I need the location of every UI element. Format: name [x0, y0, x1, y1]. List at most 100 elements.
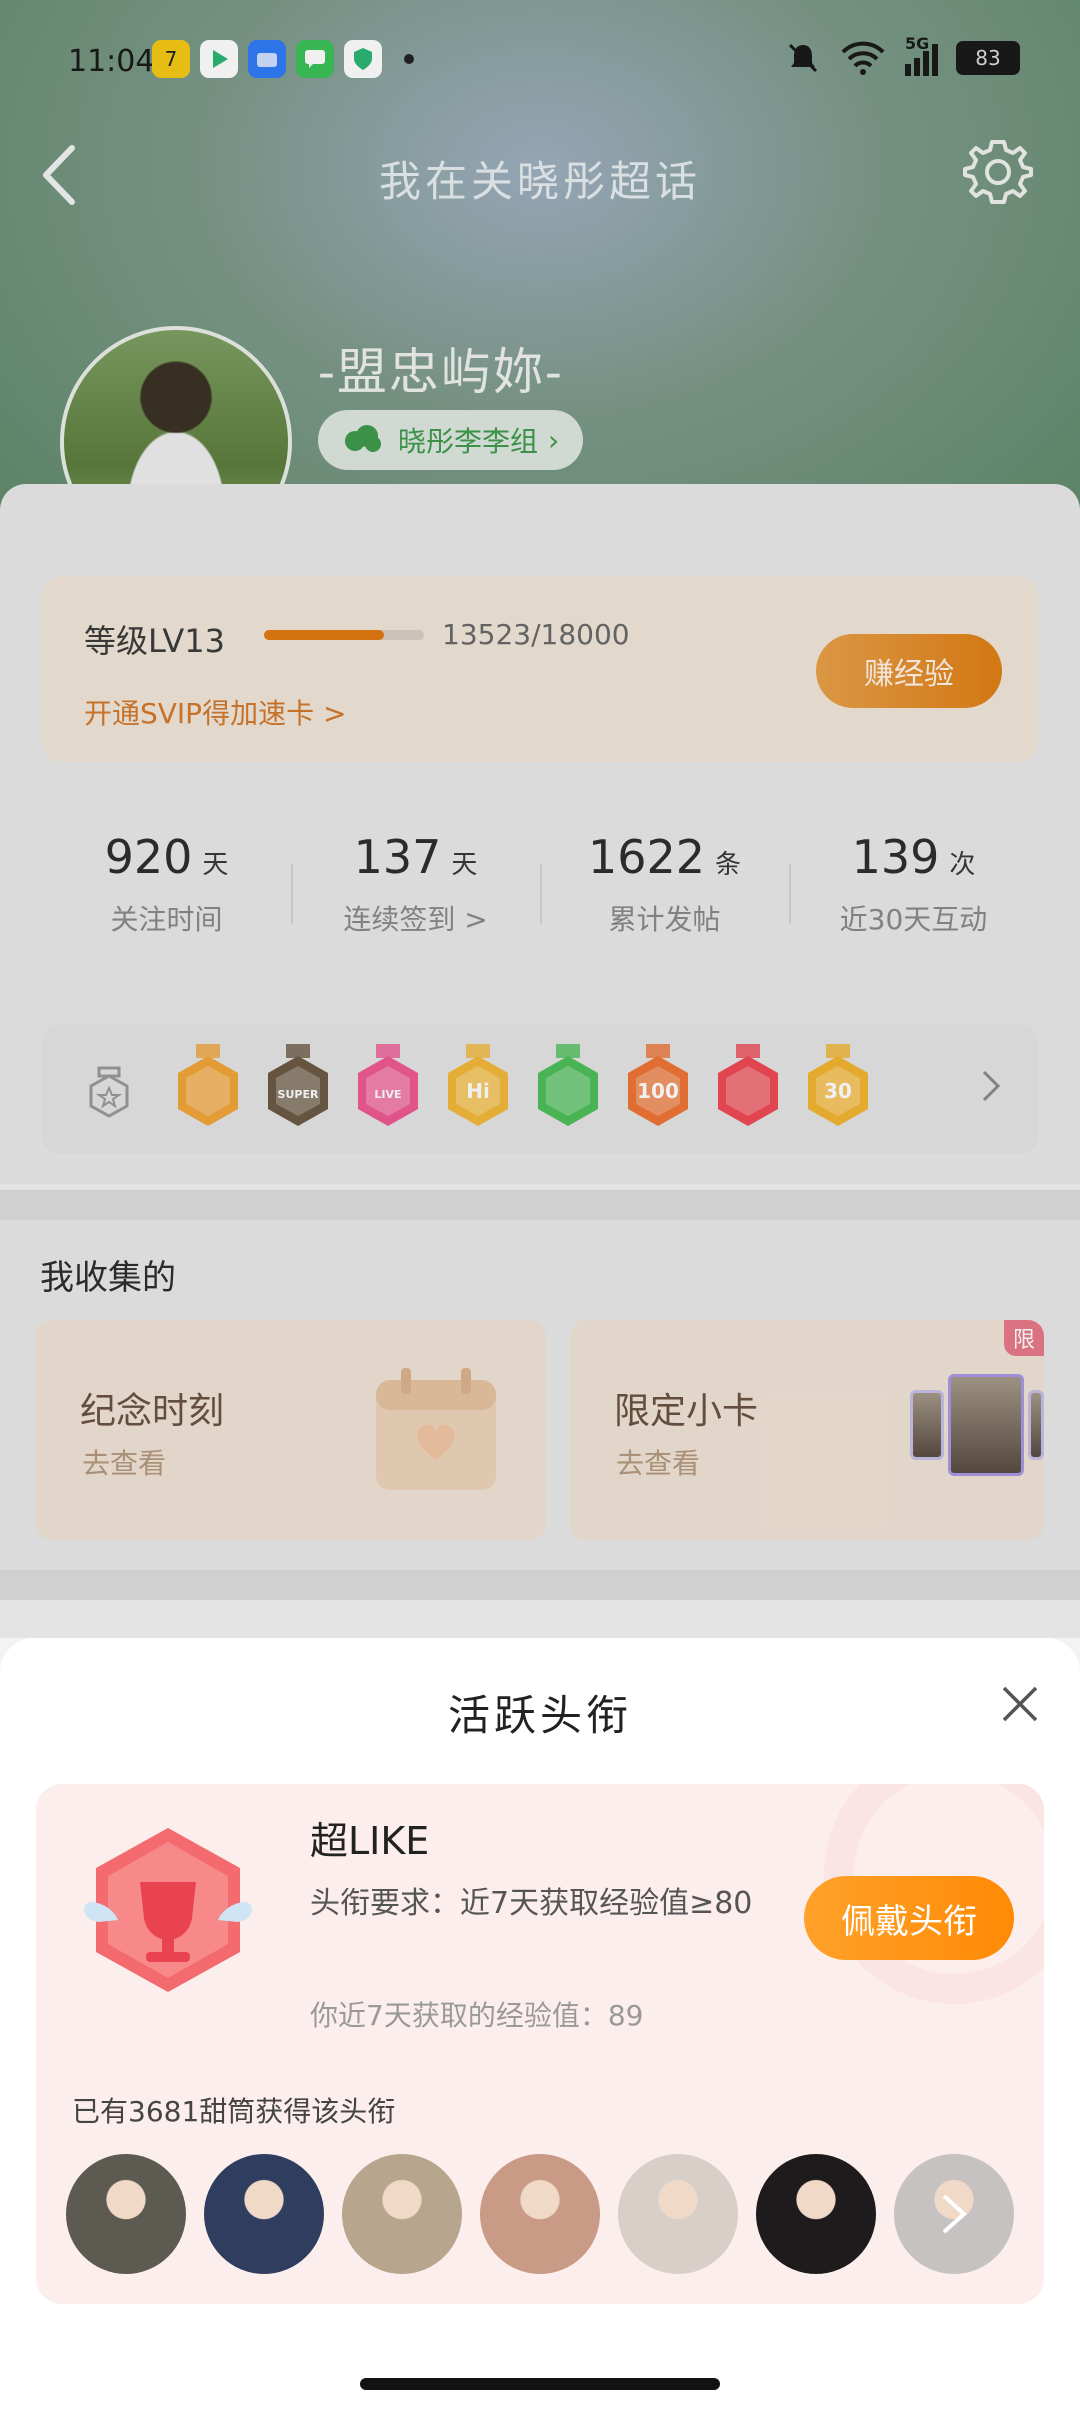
stat-value: 139 次 — [789, 830, 1038, 884]
stat-number: 137 — [353, 830, 442, 884]
level-progress-bar — [264, 630, 424, 640]
group-chip[interactable]: 晓彤李李组 › — [318, 410, 584, 470]
battery-level: 83 — [956, 41, 1020, 75]
memorial-moments-card[interactable]: 纪念时刻 去查看 — [36, 1320, 546, 1540]
limited-tag: 限 — [1004, 1320, 1044, 1356]
memorial-moments-link: 去查看 — [82, 1447, 167, 1480]
stat-item[interactable]: 137 天连续签到 > — [291, 800, 540, 970]
30-days-medal-icon: 30 — [802, 1042, 874, 1132]
stat-value: 1622 条 — [540, 830, 789, 884]
page-title: 我在关晓彤超话 — [378, 157, 701, 206]
active-title-sheet: 活跃头衔 超LIKE 头衔要求：近7天获取经验值≥80 你近7天获取的经验值：8… — [0, 1638, 1080, 2412]
video-app-icon — [200, 40, 238, 78]
stat-value: 920 天 — [42, 830, 291, 884]
cloud-icon — [345, 425, 381, 452]
trophy-medal-icon — [712, 1042, 784, 1132]
stat-item: 1622 条累计发帖 — [540, 800, 789, 970]
svg-text:SUPER: SUPER — [278, 1088, 319, 1101]
message-app-icon — [296, 40, 334, 78]
medal-outline-icon — [89, 1066, 129, 1118]
stat-unit: 天 — [451, 850, 478, 880]
shield-app-icon — [344, 40, 382, 78]
owner-avatar[interactable] — [480, 2154, 600, 2274]
limited-cards-card[interactable]: 限定小卡 去查看 限 — [570, 1320, 1044, 1540]
section-divider — [0, 1190, 1080, 1220]
mute-icon — [788, 43, 818, 73]
owner-avatar[interactable] — [618, 2154, 738, 2274]
memorial-moments-title: 纪念时刻 — [80, 1391, 225, 1432]
card-thumbnail — [1028, 1390, 1044, 1460]
home-indicator[interactable] — [360, 2378, 720, 2390]
super-medal-icon: SUPER — [262, 1042, 334, 1132]
title-name: 超LIKE — [310, 1819, 430, 1863]
card-thumbnail — [910, 1390, 944, 1460]
chevron-right-icon: › — [548, 423, 560, 457]
hand-medal-icon — [532, 1042, 604, 1132]
more-avatars-button[interactable] — [894, 2154, 1014, 2274]
status-indicators: 5G 83 — [785, 34, 1020, 76]
medal-list: SUPER LIVE Hi 100 30 — [172, 1042, 874, 1132]
stat-number: 1622 — [587, 830, 706, 884]
level-progress-text: 13523/18000 — [442, 618, 630, 651]
owner-avatar[interactable] — [342, 2154, 462, 2274]
wifi-icon — [841, 41, 885, 75]
section-divider — [0, 1570, 1080, 1600]
status-bar: 11:04 7 5G 83 — [0, 34, 1080, 92]
stat-label: 累计发帖 — [608, 903, 721, 936]
owner-avatar[interactable] — [756, 2154, 876, 2274]
title-detail-card: 超LIKE 头衔要求：近7天获取经验值≥80 你近7天获取的经验值：89 佩戴头… — [36, 1784, 1044, 2304]
stat-value: 137 天 — [291, 830, 540, 884]
owner-avatar-list[interactable] — [66, 2154, 1014, 2274]
calendar-icon — [376, 1368, 496, 1490]
stat-item: 139 次近30天互动 — [789, 800, 1038, 970]
stat-label: 近30天互动 — [839, 903, 988, 936]
close-icon[interactable] — [998, 1682, 1042, 1726]
group-chip-label: 晓彤李李组 — [398, 425, 539, 458]
chevron-right-icon — [942, 2194, 967, 2234]
sheet-title: 活跃头衔 — [447, 1691, 632, 1740]
svip-link[interactable]: 开通SVIP得加速卡 > — [84, 692, 346, 732]
level-progress-fill — [264, 630, 385, 640]
limited-cards-link: 去查看 — [616, 1447, 701, 1480]
folder-app-icon — [248, 40, 286, 78]
live-medal-icon: LIVE — [352, 1042, 424, 1132]
title-current-exp: 你近7天获取的经验值：89 — [310, 1999, 644, 2032]
medal-wall[interactable]: SUPER LIVE Hi 100 30 — [42, 1024, 1038, 1154]
limited-cards-title: 限定小卡 — [614, 1391, 759, 1432]
svg-text:100: 100 — [637, 1079, 679, 1103]
title-owners-count: 已有3681甜筒获得该头衔 — [72, 2095, 396, 2128]
level-box: 等级LV13 13523/18000 开通SVIP得加速卡 > 赚经验 — [42, 576, 1038, 762]
stat-label: 连续签到 > — [343, 903, 488, 936]
owner-avatar[interactable] — [66, 2154, 186, 2274]
chevron-right-icon[interactable] — [980, 1068, 1002, 1104]
crown-medal-icon — [172, 1042, 244, 1132]
collection-section: 我收集的 纪念时刻 去查看 限定小卡 去查看 限 — [0, 1220, 1080, 1570]
earn-exp-button[interactable]: 赚经验 — [816, 634, 1002, 708]
stat-number: 920 — [104, 830, 193, 884]
stat-item: 920 天关注时间 — [42, 800, 291, 970]
network-type: 5G — [905, 34, 930, 53]
100-days-medal-icon: 100 — [622, 1042, 694, 1132]
status-app-icons: 7 — [152, 40, 414, 78]
stat-unit: 次 — [949, 850, 976, 880]
card-thumbnail — [948, 1374, 1024, 1476]
svg-text:Hi: Hi — [466, 1079, 490, 1103]
trophy-badge-icon — [83, 1828, 253, 1992]
app-7-icon: 7 — [152, 40, 190, 78]
username: -盟忠屿妳- — [318, 343, 564, 401]
hi-medal-icon: Hi — [442, 1042, 514, 1132]
title-requirement: 头衔要求：近7天获取经验值≥80 — [310, 1886, 753, 1921]
stat-number: 139 — [851, 830, 940, 884]
gear-icon[interactable] — [960, 134, 1036, 210]
svg-text:LIVE: LIVE — [374, 1088, 401, 1101]
stat-label: 关注时间 — [110, 903, 223, 936]
wear-title-button[interactable]: 佩戴头衔 — [804, 1876, 1014, 1960]
owner-avatar[interactable] — [204, 2154, 324, 2274]
svg-text:30: 30 — [824, 1079, 852, 1103]
notification-dot — [404, 54, 414, 64]
level-label: 等级LV13 — [84, 622, 225, 660]
status-time: 11:04 — [68, 44, 155, 79]
stats-row: 920 天关注时间 137 天连续签到 > 1622 条累计发帖 139 次近30天互动 — [42, 800, 1038, 970]
cellular-signal-icon: 5G — [905, 34, 938, 76]
stat-unit: 天 — [202, 850, 229, 880]
